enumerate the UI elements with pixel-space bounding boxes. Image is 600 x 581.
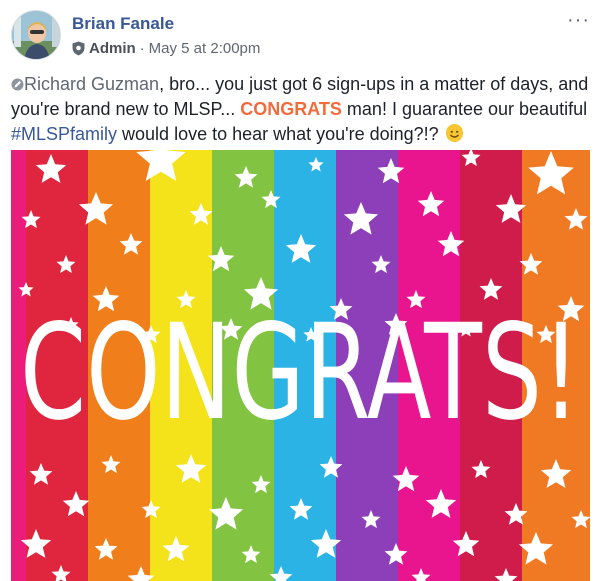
author-avatar[interactable]	[11, 10, 61, 60]
post-header: Brian Fanale Admin · May 5 at 2:00pm ···	[11, 10, 590, 62]
post-meta: Admin · May 5 at 2:00pm	[72, 40, 260, 57]
facebook-post: Brian Fanale Admin · May 5 at 2:00pm ···…	[0, 0, 600, 581]
congrats-headline: CONGRATS!	[20, 296, 580, 450]
more-options-icon[interactable]: ···	[567, 10, 590, 30]
congrats-highlight: CONGRATS	[240, 99, 342, 119]
post-text-part3: would love to hear what you're doing?!?	[117, 124, 444, 144]
post-text: Richard Guzman, bro... you just got 6 si…	[11, 72, 591, 147]
post-timestamp[interactable]: May 5 at 2:00pm	[149, 40, 261, 57]
meta-separator: ·	[139, 40, 145, 57]
author-name[interactable]: Brian Fanale	[72, 14, 174, 34]
congrats-image[interactable]: CONGRATS!	[11, 150, 590, 581]
hashtag-link[interactable]: #MLSPfamily	[11, 124, 117, 144]
post-text-part2: man! I guarantee our beautiful	[341, 99, 588, 119]
user-mention[interactable]: Richard Guzman	[24, 74, 159, 94]
smiley-emoji-icon	[445, 124, 463, 142]
mention-icon	[11, 78, 24, 91]
shield-icon	[72, 41, 85, 56]
admin-badge: Admin	[89, 40, 136, 57]
